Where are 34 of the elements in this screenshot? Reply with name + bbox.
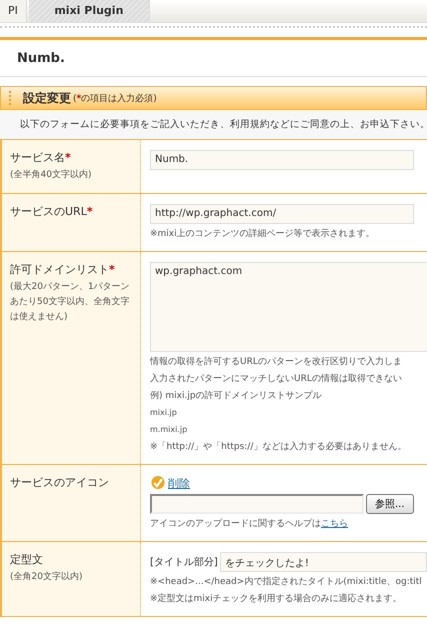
section-title: 設定変更 xyxy=(23,90,71,106)
help-text: アイコンのアップロードに関するヘルプはこちら xyxy=(150,517,349,531)
help-text: ※mixi上のコンテンツの詳細ページ等で表示されます。 xyxy=(150,228,376,241)
help-text: ※<head>...</head>内で指定されたタイトル(mixi:title、og:titl xyxy=(150,576,423,589)
field-label: サービス名* xyxy=(10,150,72,165)
help-text: 例) mixi.jpの許可ドメインリストサンプル xyxy=(150,389,323,403)
field-label: サービスのアイコン xyxy=(10,475,110,490)
input-field[interactable]: Numb. xyxy=(150,150,414,170)
help-text: 情報の取得を許可するURLのパターンを改行区切りで入力しま xyxy=(150,356,403,369)
field-label: サービスのURL* xyxy=(10,204,94,219)
text-area[interactable]: wp.graphact.com xyxy=(150,262,427,352)
page-title: Numb. xyxy=(17,50,65,66)
input-field[interactable]: をチェックしたよ! xyxy=(220,552,427,572)
field-label: 許可ドメインリスト* xyxy=(10,262,116,277)
input-field[interactable]: http://wp.graphact.com/ xyxy=(150,204,414,224)
tab[interactable]: mixi Plugin xyxy=(28,0,150,22)
delete-link[interactable]: 削除 xyxy=(168,476,190,490)
help-text: ※定型文はmixiチェックを利用する場合のみに適応されます。 xyxy=(150,592,403,606)
intro-text: 以下のフォームに必要事項をご記入いただき、利用規約などにご同意の上、お申込下さい。 xyxy=(0,110,427,140)
prefix-label: [タイトル部分] xyxy=(150,556,218,569)
file-field[interactable] xyxy=(150,494,364,514)
field-hint: (全角20文字以内) xyxy=(10,570,84,584)
required-note: (*の項目は入力必須) xyxy=(73,92,157,104)
help-text: ※「http://」や「https://」などは入力する必要はありません。 xyxy=(150,440,408,454)
help-link[interactable]: こちら xyxy=(321,519,348,529)
help-text: mixi.jp xyxy=(150,407,178,419)
browse-button[interactable]: 参照... xyxy=(366,494,414,514)
field-label: 定型文 xyxy=(10,552,44,567)
help-text: 入力されたパターンにマッチしないURLの情報は取得できない xyxy=(150,372,403,386)
field-hint: (全半角40文字以内) xyxy=(10,168,92,182)
help-text: m.mixi.jp xyxy=(150,424,188,436)
field-hint: (最大20パターン、1パターンあたり50文字以内、全角文字は使えません) xyxy=(10,280,131,324)
check-icon xyxy=(150,475,166,491)
tab[interactable]: PI xyxy=(0,0,27,22)
